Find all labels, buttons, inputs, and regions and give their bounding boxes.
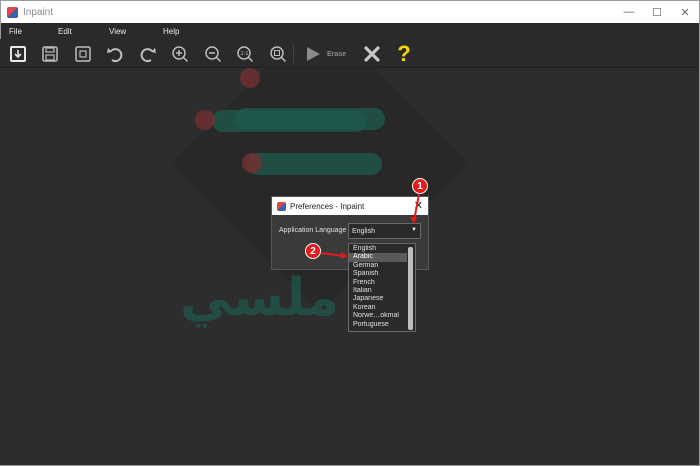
- title-bar: Inpaint — ☐ ✕: [1, 1, 699, 23]
- svg-text:1:1: 1:1: [241, 51, 249, 57]
- language-option[interactable]: Korean: [349, 304, 407, 312]
- play-icon: [307, 47, 320, 61]
- language-option[interactable]: English: [349, 245, 407, 253]
- watermark-bar: [212, 110, 367, 132]
- undo-icon[interactable]: [104, 43, 126, 65]
- dialog-title-bar: Preferences - Inpaint ✕: [272, 197, 428, 215]
- window-controls: — ☐ ✕: [615, 1, 699, 23]
- annotation-marker-2: 2: [305, 243, 321, 259]
- menu-file[interactable]: File: [9, 27, 22, 36]
- maximize-button[interactable]: ☐: [643, 1, 671, 23]
- fit-window-icon[interactable]: [267, 43, 289, 65]
- annotation-marker-1: 1: [412, 178, 428, 194]
- language-option[interactable]: Spanish: [349, 270, 407, 278]
- inpaint-app-icon: [7, 6, 18, 18]
- language-select-value: English: [352, 227, 375, 235]
- menu-help[interactable]: Help: [163, 27, 179, 36]
- zoom-out-icon[interactable]: [202, 43, 224, 65]
- language-select[interactable]: English ▼: [348, 223, 421, 239]
- watermark-logo: ﻣﻠﺴﻲ: [180, 268, 339, 328]
- menu-edit[interactable]: Edit: [58, 27, 72, 36]
- erase-button[interactable]: Erase: [301, 44, 357, 64]
- language-option[interactable]: German: [349, 262, 407, 270]
- dialog-title: Preferences - Inpaint: [290, 201, 365, 211]
- language-label: Application Language: [279, 227, 347, 234]
- cancel-icon[interactable]: [361, 43, 383, 65]
- toolbar: 1:1 Erase ?: [0, 39, 698, 68]
- watermark-dot: [242, 153, 262, 173]
- watermark-dot: [240, 68, 260, 88]
- zoom-in-icon[interactable]: [169, 43, 191, 65]
- actual-size-icon[interactable]: 1:1: [234, 43, 256, 65]
- close-button[interactable]: ✕: [671, 1, 699, 23]
- language-option[interactable]: Norwe…okmal: [349, 312, 407, 320]
- watermark-dot: [195, 110, 215, 130]
- language-option[interactable]: Portuguese: [349, 321, 407, 329]
- language-dropdown-list: English Arabic German Spanish French Italian J…: [348, 243, 416, 332]
- menu-view[interactable]: View: [109, 27, 126, 36]
- save-as-icon[interactable]: [72, 43, 94, 65]
- window-title: Inpaint: [23, 6, 54, 18]
- save-icon[interactable]: [39, 43, 61, 65]
- language-option[interactable]: French: [349, 279, 407, 287]
- menu-bar: [1, 23, 699, 39]
- help-icon[interactable]: ?: [393, 43, 415, 65]
- open-icon[interactable]: [7, 43, 29, 65]
- language-option[interactable]: Italian: [349, 287, 407, 295]
- watermark-bar: [247, 153, 382, 175]
- dialog-close-button[interactable]: ✕: [414, 199, 423, 212]
- toolbar-separator: [293, 43, 295, 65]
- language-option[interactable]: Japanese: [349, 295, 407, 303]
- erase-label: Erase: [327, 50, 347, 58]
- dropdown-scrollbar[interactable]: [408, 247, 413, 330]
- redo-icon[interactable]: [137, 43, 159, 65]
- chevron-down-icon[interactable]: ▼: [411, 227, 417, 233]
- language-option[interactable]: Arabic: [349, 253, 407, 262]
- minimize-button[interactable]: —: [615, 1, 643, 23]
- inpaint-app-icon: [277, 201, 286, 211]
